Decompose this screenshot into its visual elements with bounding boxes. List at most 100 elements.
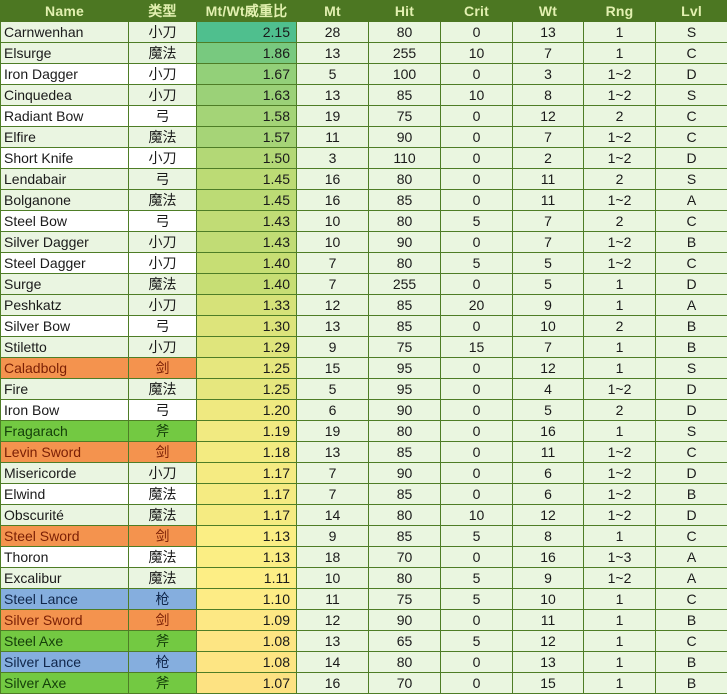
- table-row[interactable]: Excalibur魔法1.111080591~2A: [1, 568, 727, 589]
- cell-range: 1: [584, 610, 656, 631]
- cell-crit: 0: [441, 442, 513, 463]
- table-row[interactable]: Misericorde小刀1.17790061~2D: [1, 463, 727, 484]
- cell-level: D: [656, 463, 727, 484]
- cell-range: 2: [584, 400, 656, 421]
- table-row[interactable]: Elfire魔法1.571190071~2C: [1, 127, 727, 148]
- cell-range: 1~2: [584, 379, 656, 400]
- column-header-ratio[interactable]: Mt/Wt威重比: [197, 1, 297, 22]
- cell-mt-wt-ratio: 1.25: [197, 358, 297, 379]
- cell-weapon-type: 弓: [129, 316, 197, 337]
- column-header-crit[interactable]: Crit: [441, 1, 513, 22]
- cell-might: 15: [297, 358, 369, 379]
- table-row[interactable]: Short Knife小刀1.503110021~2D: [1, 148, 727, 169]
- cell-weapon-type: 弓: [129, 211, 197, 232]
- cell-level: S: [656, 22, 727, 43]
- table-row[interactable]: Carnwenhan小刀2.1528800131S: [1, 22, 727, 43]
- cell-mt-wt-ratio: 1.40: [197, 274, 297, 295]
- cell-weapon-type: 剑: [129, 526, 197, 547]
- column-header-wt[interactable]: Wt: [513, 1, 584, 22]
- table-row[interactable]: Radiant Bow弓1.5819750122C: [1, 106, 727, 127]
- cell-mt-wt-ratio: 1.63: [197, 85, 297, 106]
- cell-mt-wt-ratio: 1.13: [197, 526, 297, 547]
- cell-range: 1~2: [584, 568, 656, 589]
- cell-hit: 90: [369, 400, 441, 421]
- table-row[interactable]: Cinquedea小刀1.6313851081~2S: [1, 85, 727, 106]
- table-row[interactable]: Steel Dagger小刀1.40780551~2C: [1, 253, 727, 274]
- cell-crit: 0: [441, 421, 513, 442]
- cell-might: 18: [297, 547, 369, 568]
- cell-weapon-name: Steel Axe: [1, 631, 129, 652]
- cell-weapon-name: Obscurité: [1, 505, 129, 526]
- cell-mt-wt-ratio: 1.17: [197, 463, 297, 484]
- cell-might: 19: [297, 106, 369, 127]
- cell-weapon-type: 魔法: [129, 547, 197, 568]
- table-row[interactable]: Fragarach斧1.1919800161S: [1, 421, 727, 442]
- table-row[interactable]: Silver Axe斧1.0716700151B: [1, 673, 727, 694]
- table-row[interactable]: Steel Lance枪1.1011755101C: [1, 589, 727, 610]
- cell-weight: 4: [513, 379, 584, 400]
- cell-mt-wt-ratio: 1.17: [197, 505, 297, 526]
- cell-weapon-type: 剑: [129, 358, 197, 379]
- table-row[interactable]: Iron Bow弓1.20690052D: [1, 400, 727, 421]
- cell-weapon-type: 弓: [129, 169, 197, 190]
- cell-hit: 95: [369, 358, 441, 379]
- cell-crit: 5: [441, 568, 513, 589]
- cell-weight: 16: [513, 421, 584, 442]
- table-row[interactable]: Elwind魔法1.17785061~2B: [1, 484, 727, 505]
- cell-mt-wt-ratio: 1.11: [197, 568, 297, 589]
- cell-range: 1~2: [584, 232, 656, 253]
- table-row[interactable]: Steel Sword剑1.13985581C: [1, 526, 727, 547]
- cell-hit: 90: [369, 610, 441, 631]
- cell-hit: 90: [369, 127, 441, 148]
- table-row[interactable]: Caladbolg剑1.2515950121S: [1, 358, 727, 379]
- cell-crit: 5: [441, 631, 513, 652]
- column-header-type[interactable]: 类型: [129, 1, 197, 22]
- table-row[interactable]: Thoron魔法1.1318700161~3A: [1, 547, 727, 568]
- table-row[interactable]: Bolganone魔法1.4516850111~2A: [1, 190, 727, 211]
- cell-crit: 15: [441, 337, 513, 358]
- table-row[interactable]: Steel Bow弓1.431080572C: [1, 211, 727, 232]
- cell-might: 14: [297, 652, 369, 673]
- cell-crit: 0: [441, 127, 513, 148]
- cell-mt-wt-ratio: 1.50: [197, 148, 297, 169]
- column-header-hit[interactable]: Hit: [369, 1, 441, 22]
- table-row[interactable]: Iron Dagger小刀1.675100031~2D: [1, 64, 727, 85]
- table-row[interactable]: Steel Axe斧1.0813655121C: [1, 631, 727, 652]
- cell-might: 13: [297, 631, 369, 652]
- column-header-name[interactable]: Name: [1, 1, 129, 22]
- cell-range: 1~2: [584, 463, 656, 484]
- table-row[interactable]: Lendabair弓1.4516800112S: [1, 169, 727, 190]
- cell-might: 10: [297, 211, 369, 232]
- cell-level: B: [656, 232, 727, 253]
- table-row[interactable]: Silver Bow弓1.3013850102B: [1, 316, 727, 337]
- table-row[interactable]: Silver Dagger小刀1.431090071~2B: [1, 232, 727, 253]
- table-row[interactable]: Obscurité魔法1.17148010121~2D: [1, 505, 727, 526]
- cell-weight: 6: [513, 484, 584, 505]
- cell-weapon-name: Peshkatz: [1, 295, 129, 316]
- table-row[interactable]: Elsurge魔法1.86132551071C: [1, 43, 727, 64]
- cell-hit: 80: [369, 652, 441, 673]
- cell-level: A: [656, 190, 727, 211]
- table-row[interactable]: Peshkatz小刀1.3312852091A: [1, 295, 727, 316]
- cell-crit: 0: [441, 484, 513, 505]
- table-row[interactable]: Surge魔法1.407255051D: [1, 274, 727, 295]
- cell-weight: 7: [513, 211, 584, 232]
- table-row[interactable]: Silver Sword剑1.0912900111B: [1, 610, 727, 631]
- cell-weapon-name: Steel Dagger: [1, 253, 129, 274]
- column-header-mt[interactable]: Mt: [297, 1, 369, 22]
- cell-hit: 255: [369, 43, 441, 64]
- cell-weapon-name: Steel Bow: [1, 211, 129, 232]
- table-row[interactable]: Stiletto小刀1.299751571B: [1, 337, 727, 358]
- table-row[interactable]: Silver Lance枪1.0814800131B: [1, 652, 727, 673]
- cell-level: C: [656, 253, 727, 274]
- cell-crit: 0: [441, 232, 513, 253]
- column-header-lvl[interactable]: Lvl: [656, 1, 727, 22]
- table-row[interactable]: Levin Sword剑1.1813850111~2C: [1, 442, 727, 463]
- cell-range: 1~2: [584, 127, 656, 148]
- cell-crit: 20: [441, 295, 513, 316]
- table-row[interactable]: Fire魔法1.25595041~2D: [1, 379, 727, 400]
- cell-hit: 100: [369, 64, 441, 85]
- cell-hit: 75: [369, 106, 441, 127]
- column-header-rng[interactable]: Rng: [584, 1, 656, 22]
- cell-weapon-name: Silver Dagger: [1, 232, 129, 253]
